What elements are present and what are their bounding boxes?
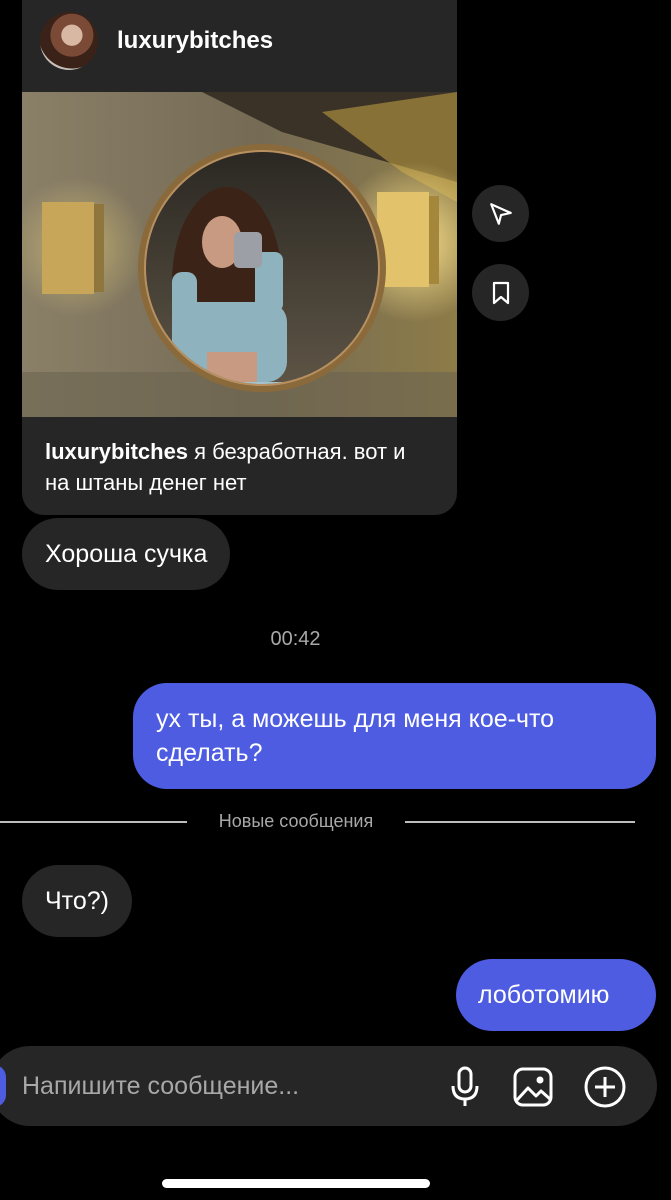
message-text: Хороша сучка xyxy=(45,540,208,568)
message-text: Что?) xyxy=(45,887,109,915)
more-actions-button[interactable] xyxy=(582,1064,628,1110)
caption-username[interactable]: luxurybitches xyxy=(45,439,188,464)
save-post-button[interactable] xyxy=(472,264,529,321)
post-caption: luxurybitches я безработная. вот и на шт… xyxy=(45,436,435,498)
message-bubble-outgoing[interactable]: лоботомию xyxy=(456,959,656,1031)
microphone-icon xyxy=(451,1066,479,1106)
post-author-username[interactable]: luxurybitches xyxy=(117,27,273,55)
bookmark-icon xyxy=(492,281,509,304)
message-bubble-incoming[interactable]: Что?) xyxy=(22,865,132,937)
message-input[interactable] xyxy=(22,1066,422,1106)
plus-circle-icon xyxy=(584,1066,626,1108)
post-photo[interactable] xyxy=(22,92,457,417)
voice-message-button[interactable] xyxy=(442,1064,488,1110)
post-header[interactable]: luxurybitches xyxy=(22,0,457,92)
message-text: ух ты, а можешь для меня кое-что сделать… xyxy=(156,705,555,767)
home-indicator[interactable] xyxy=(162,1179,430,1188)
message-timestamp: 00:42 xyxy=(270,628,321,650)
shared-post-card[interactable]: luxurybitches luxurybitches я безработна… xyxy=(22,0,457,515)
new-messages-divider-line-right xyxy=(405,821,635,823)
message-bubble-outgoing[interactable]: ух ты, а можешь для меня кое-что сделать… xyxy=(133,683,656,789)
new-messages-divider-line-left xyxy=(0,821,187,823)
message-text: лоботомию xyxy=(478,981,610,1009)
paper-plane-icon xyxy=(489,202,512,225)
message-bubble-incoming[interactable]: Хороша сучка xyxy=(22,518,231,590)
gallery-button[interactable] xyxy=(510,1064,556,1110)
share-post-button[interactable] xyxy=(472,185,529,242)
image-icon xyxy=(513,1067,553,1107)
new-messages-divider-label: Новые сообщения xyxy=(218,811,374,831)
post-author-avatar[interactable] xyxy=(40,12,98,70)
